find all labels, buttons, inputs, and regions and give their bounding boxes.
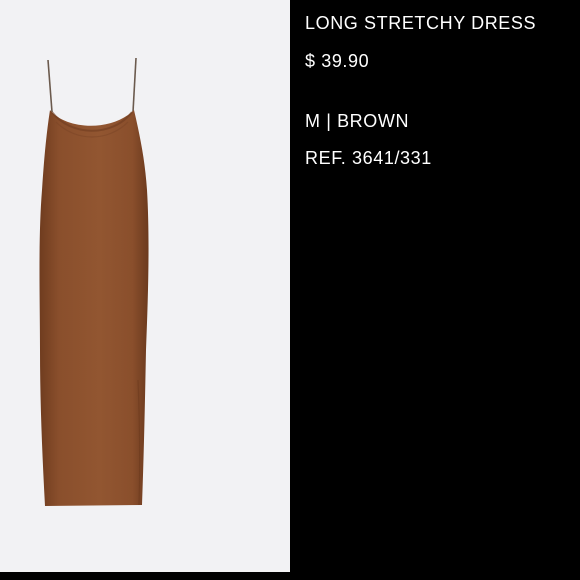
dress-image — [39, 57, 149, 506]
product-info-panel: LONG STRETCHY DRESS $ 39.90 M | BROWN RE… — [290, 0, 580, 580]
left-strap — [47, 59, 53, 113]
product-photo[interactable] — [0, 0, 290, 572]
product-listing: LONG STRETCHY DRESS $ 39.90 M | BROWN RE… — [0, 0, 580, 580]
product-name: LONG STRETCHY DRESS — [305, 13, 537, 33]
product-price: $ 39.90 — [305, 51, 370, 71]
product-variant: M | BROWN — [305, 111, 410, 131]
dress-body — [39, 110, 149, 506]
product-reference: REF. 3641/331 — [305, 148, 432, 168]
right-strap — [132, 57, 137, 113]
